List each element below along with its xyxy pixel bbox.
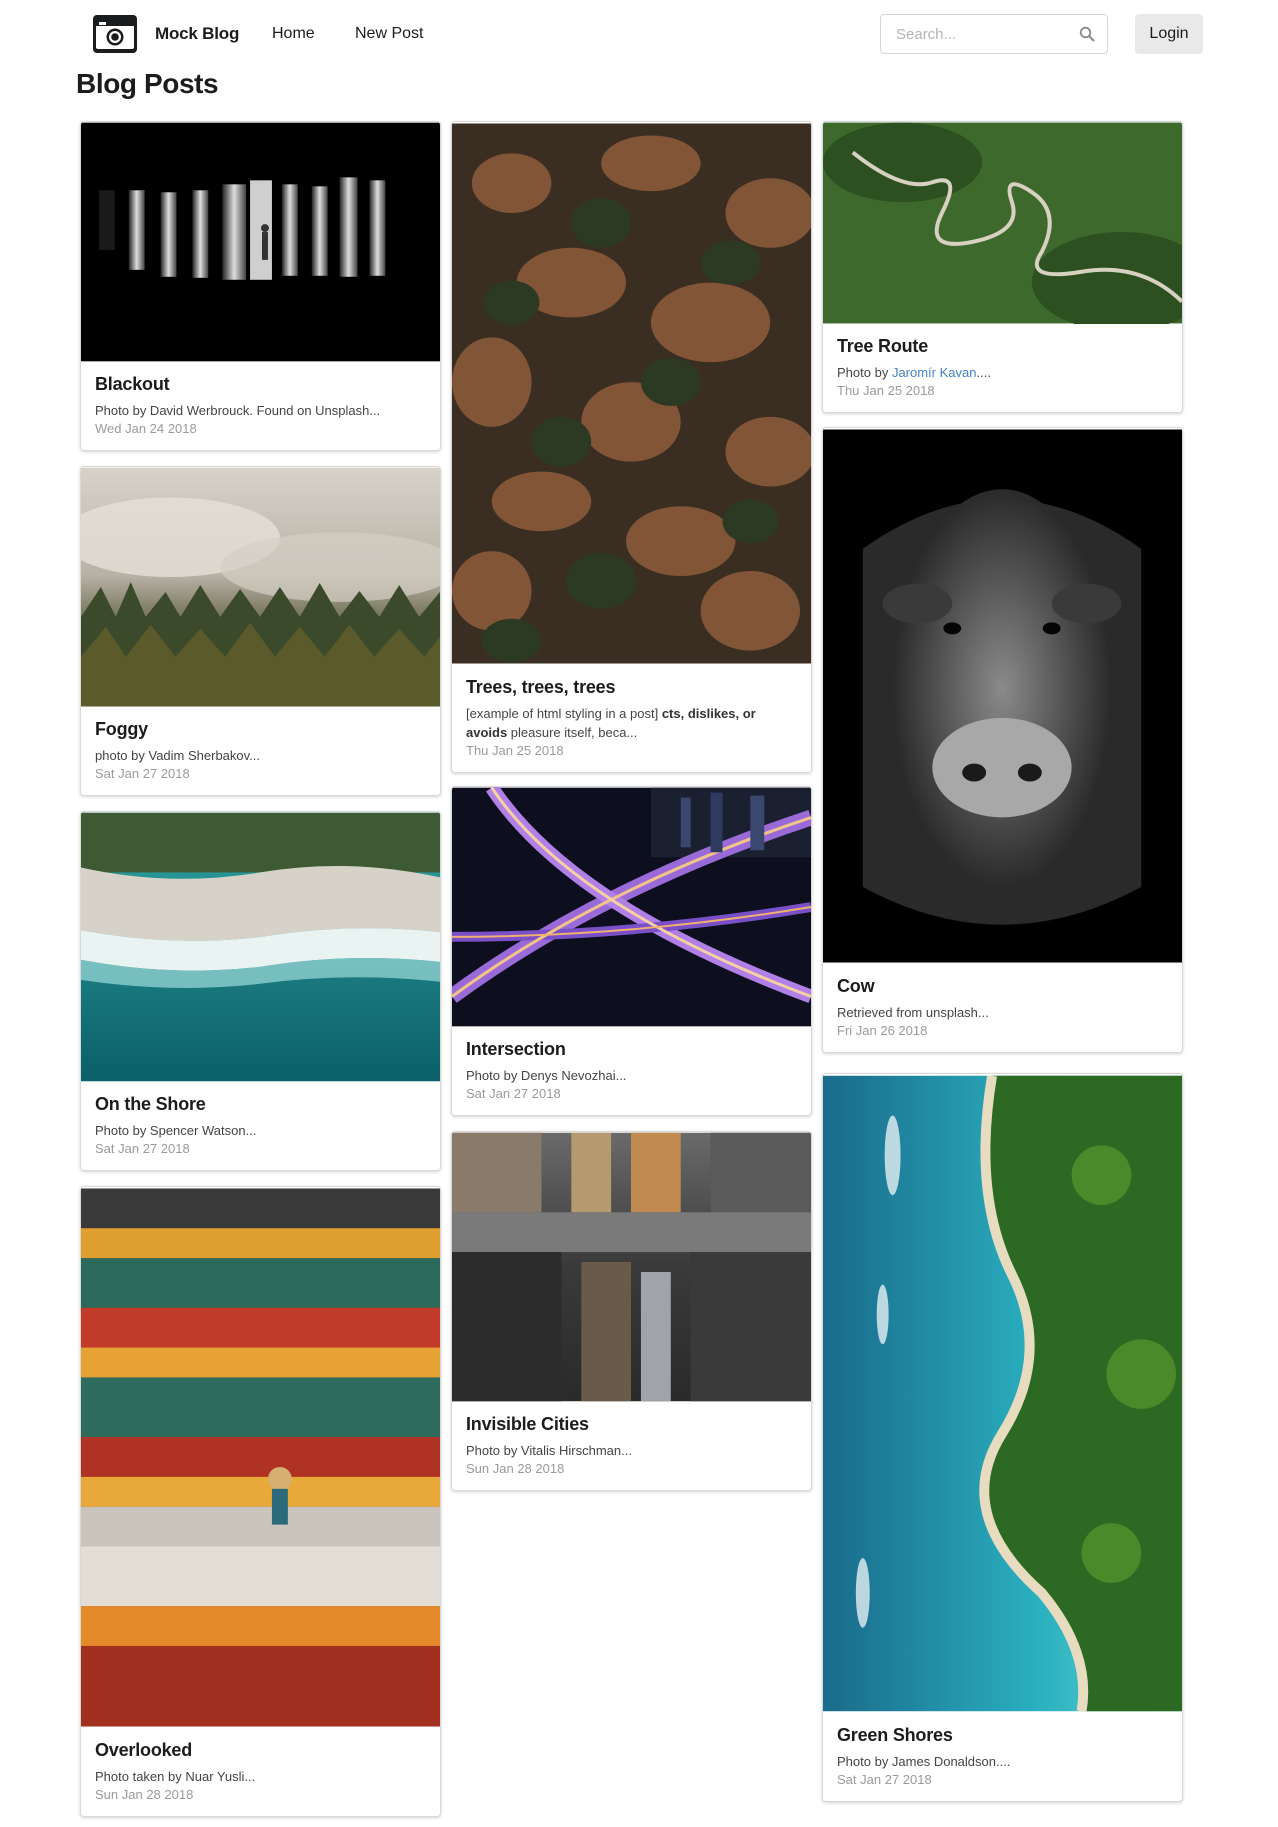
post-image[interactable] (81, 1187, 440, 1728)
post-card-overlooked[interactable]: Overlooked Photo taken by Nuar Yusli... … (80, 1186, 441, 1817)
nav-new-post-link[interactable]: New Post (355, 25, 423, 43)
post-date: Fri Jan 26 2018 (837, 1023, 928, 1038)
post-title[interactable]: Trees, trees, trees (466, 674, 797, 700)
post-description: Retrieved from unsplash... (837, 1005, 989, 1020)
desc-text: [example of html styling in a post] (466, 706, 662, 721)
post-card-foggy[interactable]: Foggy photo by Vadim Sherbakov... Sat Ja… (80, 466, 441, 796)
post-title[interactable]: Green Shores (837, 1722, 1168, 1748)
post-image[interactable] (452, 122, 811, 665)
post-description: Photo by Spencer Watson... (95, 1123, 257, 1138)
post-image[interactable] (823, 1074, 1182, 1713)
post-image[interactable] (81, 467, 440, 707)
post-image[interactable] (81, 122, 440, 362)
post-card-cow[interactable]: Cow Retrieved from unsplash... Fri Jan 2… (822, 427, 1183, 1053)
search-box (880, 14, 1108, 54)
post-description: Photo taken by Nuar Yusli... (95, 1769, 256, 1784)
post-card-green-shores[interactable]: Green Shores Photo by James Donaldson...… (822, 1073, 1183, 1802)
post-description: [example of html styling in a post] cts,… (466, 704, 797, 742)
post-description: Photo by David Werbrouck. Found on Unspl… (95, 403, 381, 418)
desc-text: .... (976, 365, 991, 380)
post-card-trees-trees-trees[interactable]: Trees, trees, trees [example of html sty… (451, 121, 812, 773)
camera-icon[interactable] (93, 15, 137, 53)
page-title: Blog Posts (76, 68, 219, 99)
post-title[interactable]: On the Shore (95, 1091, 426, 1117)
post-card-tree-route[interactable]: Tree Route Photo by Jaromír Kavan.... Th… (822, 121, 1183, 413)
post-date: Sat Jan 27 2018 (837, 1772, 932, 1787)
post-card-blackout[interactable]: Blackout Photo by David Werbrouck. Found… (80, 121, 441, 451)
post-title[interactable]: Tree Route (837, 333, 1168, 359)
desc-text: pleasure itself, beca... (507, 725, 638, 740)
post-card-intersection[interactable]: Intersection Photo by Denys Nevozhai... … (451, 786, 812, 1116)
post-date: Wed Jan 24 2018 (95, 421, 197, 436)
post-card-on-the-shore[interactable]: On the Shore Photo by Spencer Watson... … (80, 811, 441, 1171)
post-description: Photo by James Donaldson.... (837, 1754, 1011, 1769)
search-icon[interactable] (1079, 26, 1095, 42)
post-date: Sat Jan 27 2018 (95, 766, 190, 781)
post-title[interactable]: Overlooked (95, 1737, 426, 1763)
post-image[interactable] (452, 1132, 811, 1402)
brand-name[interactable]: Mock Blog (155, 24, 239, 44)
post-date: Sun Jan 28 2018 (95, 1787, 194, 1802)
post-title[interactable]: Blackout (95, 371, 426, 397)
post-date: Thu Jan 25 2018 (466, 743, 564, 758)
desc-text: Photo by (837, 365, 892, 380)
post-description: Photo by Jaromír Kavan.... (837, 363, 1168, 382)
search-input[interactable] (881, 15, 1071, 53)
post-title[interactable]: Invisible Cities (466, 1411, 797, 1437)
post-description: Photo by Denys Nevozhai... (466, 1068, 627, 1083)
post-description: Photo by Vitalis Hirschman... (466, 1443, 632, 1458)
post-card-invisible-cities[interactable]: Invisible Cities Photo by Vitalis Hirsch… (451, 1131, 812, 1491)
post-description: photo by Vadim Sherbakov... (95, 748, 261, 763)
post-title[interactable]: Foggy (95, 716, 426, 742)
post-image[interactable] (823, 428, 1182, 964)
post-date: Sat Jan 27 2018 (95, 1141, 190, 1156)
post-date: Sat Jan 27 2018 (466, 1086, 561, 1101)
post-date: Sun Jan 28 2018 (466, 1461, 565, 1476)
post-image[interactable] (81, 812, 440, 1082)
login-button[interactable]: Login (1135, 14, 1203, 54)
post-title[interactable]: Cow (837, 973, 1168, 999)
post-title[interactable]: Intersection (466, 1036, 797, 1062)
nav-home-link[interactable]: Home (272, 25, 315, 43)
post-image[interactable] (823, 122, 1182, 324)
post-date: Thu Jan 25 2018 (837, 383, 935, 398)
post-image[interactable] (452, 787, 811, 1027)
photographer-link[interactable]: Jaromír Kavan (892, 365, 977, 380)
top-nav: Mock Blog Home New Post Login (0, 0, 1278, 68)
